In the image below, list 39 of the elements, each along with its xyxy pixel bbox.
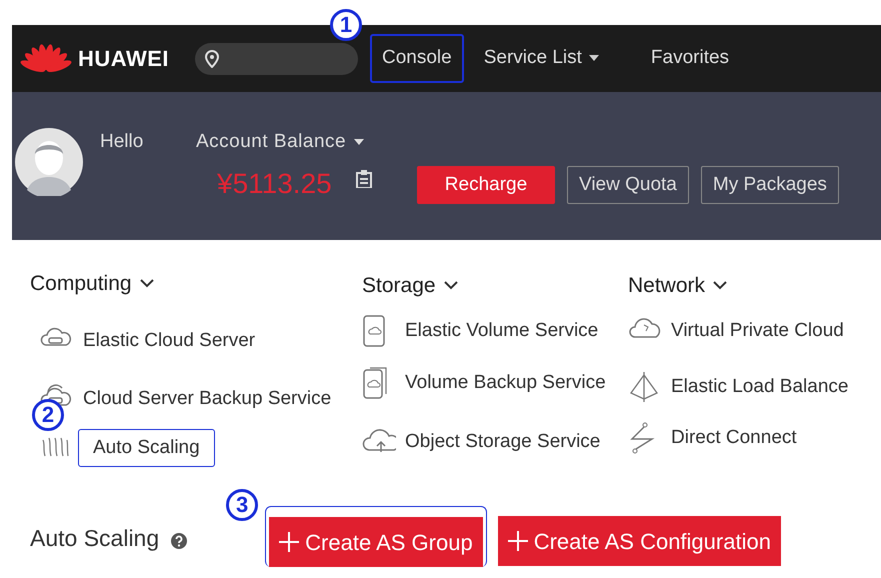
- plus-icon: [279, 532, 300, 552]
- section-title: Auto Scaling: [30, 524, 160, 553]
- category-toggle[interactable]: Computing: [30, 268, 362, 300]
- category-toggle[interactable]: Network: [628, 270, 868, 302]
- account-balance-link[interactable]: Account Balance: [196, 128, 364, 156]
- plus-icon: [508, 531, 528, 551]
- chevron-down-icon: [140, 279, 154, 288]
- callout-number: 1: [330, 9, 362, 42]
- account-button[interactable]: My Packages: [700, 166, 839, 204]
- nav-link[interactable]: Service List: [472, 34, 611, 83]
- callout-number: 2: [32, 398, 64, 430]
- chevron-down-icon: [713, 281, 728, 290]
- callout-number: 3: [226, 489, 258, 521]
- clipboard-icon: [356, 170, 372, 188]
- service-link[interactable]: Virtual Private Cloud: [656, 312, 859, 350]
- logo-text: HUAWEI: [78, 45, 169, 73]
- location-field[interactable]: [195, 42, 358, 74]
- avatar-icon: [15, 128, 83, 196]
- service-link[interactable]: Direct Connect: [656, 418, 812, 457]
- service-link[interactable]: Elastic Load Balance: [656, 368, 864, 406]
- create-button[interactable]: Create AS Configuration: [498, 516, 781, 566]
- service-link[interactable]: Elastic Volume Service: [390, 312, 614, 350]
- help-icon: [171, 533, 188, 549]
- caret-icon: [588, 55, 599, 62]
- location-pin-icon: [205, 50, 219, 68]
- create-button[interactable]: Create AS Group: [269, 517, 483, 567]
- balance-amount: ¥5113.25: [217, 167, 332, 201]
- account-button[interactable]: Recharge: [417, 166, 555, 204]
- service-link[interactable]: Object Storage Service: [390, 422, 616, 461]
- category-toggle[interactable]: Storage: [362, 270, 628, 302]
- account-button[interactable]: View Quota: [567, 166, 689, 204]
- service-link[interactable]: Volume Backup Service: [390, 364, 621, 402]
- nav-link[interactable]: Favorites: [638, 34, 742, 83]
- service-link[interactable]: Cloud Server Backup Service: [68, 380, 346, 418]
- caret-icon: [354, 139, 364, 146]
- service-link[interactable]: Auto Scaling: [78, 428, 215, 467]
- service-link[interactable]: Elastic Cloud Server: [68, 322, 270, 360]
- chevron-down-icon: [444, 281, 458, 290]
- greeting-text: Hello: [100, 130, 144, 154]
